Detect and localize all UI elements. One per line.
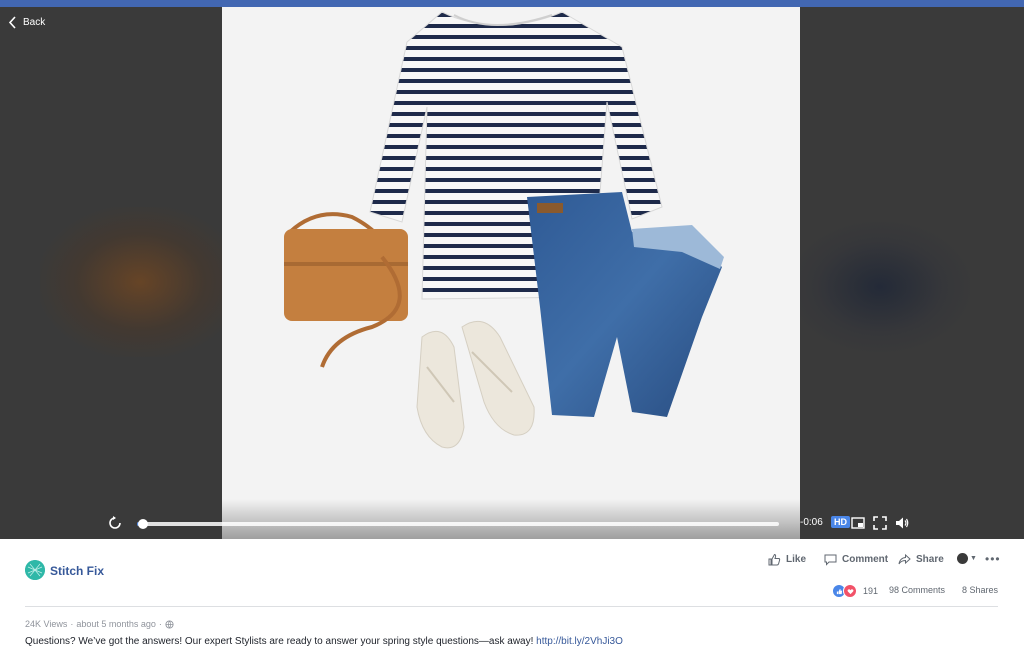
- shares-count-link[interactable]: 8 Shares: [962, 585, 998, 595]
- top-nav-bar: [0, 0, 1024, 7]
- comment-label: Comment: [842, 553, 889, 565]
- video-frame-image: [222, 7, 800, 539]
- page-name-link[interactable]: Stitch Fix: [50, 564, 104, 578]
- chevron-left-icon: [8, 16, 16, 29]
- caption-link[interactable]: http://bit.ly/2VhJi3O: [536, 636, 623, 647]
- fullscreen-icon[interactable]: [873, 516, 887, 530]
- share-label: Share: [916, 553, 944, 565]
- meta-separator: ·: [70, 619, 74, 629]
- ambient-blur-right: [790, 222, 970, 352]
- progress-scrubber-handle[interactable]: [138, 519, 149, 529]
- comment-bubble-icon: [824, 554, 837, 566]
- chevron-down-icon: ▼: [970, 555, 977, 562]
- page-avatar[interactable]: [25, 560, 45, 580]
- picture-in-picture-icon[interactable]: [851, 516, 865, 530]
- stitch-fix-logo: [25, 560, 45, 580]
- replay-icon[interactable]: [107, 515, 123, 531]
- video-controls: -0:06 HD: [0, 512, 1024, 536]
- comments-count-link[interactable]: 98 Comments: [889, 585, 945, 595]
- like-label: Like: [786, 553, 807, 565]
- globe-icon[interactable]: [165, 619, 174, 629]
- progress-bar[interactable]: [137, 519, 779, 529]
- love-reaction-icon: [843, 584, 857, 598]
- hd-quality-button[interactable]: HD: [831, 516, 850, 528]
- ambient-blur-left: [40, 207, 240, 357]
- meta-separator: ·: [158, 619, 162, 629]
- share-button[interactable]: Share: [898, 552, 944, 566]
- divider: [25, 606, 998, 607]
- back-label: Back: [23, 17, 46, 28]
- viewer-avatar: [957, 553, 968, 564]
- time-remaining: -0:06: [800, 517, 823, 528]
- video-player[interactable]: [222, 7, 800, 539]
- post-timestamp[interactable]: about 5 months ago: [76, 619, 156, 629]
- volume-icon[interactable]: [895, 516, 909, 530]
- comment-button[interactable]: Comment: [824, 552, 888, 566]
- like-button[interactable]: Like: [768, 552, 806, 566]
- video-theater: Back -0:06 HD: [0, 7, 1024, 539]
- view-count: 24K Views: [25, 619, 68, 629]
- caption-text: Questions? We’ve got the answers! Our ex…: [25, 636, 537, 647]
- post-caption: Questions? We’ve got the answers! Our ex…: [25, 636, 623, 647]
- reactions-summary[interactable]: 191: [832, 584, 878, 598]
- back-button[interactable]: Back: [8, 16, 45, 29]
- thumbs-up-icon: [768, 553, 781, 565]
- comment-as-selector[interactable]: ▼: [957, 553, 977, 564]
- post-meta: 24K Views · about 5 months ago ·: [25, 619, 174, 629]
- share-arrow-icon: [898, 553, 911, 564]
- reaction-count: 191: [863, 586, 879, 596]
- more-options-icon[interactable]: •••: [985, 552, 1001, 566]
